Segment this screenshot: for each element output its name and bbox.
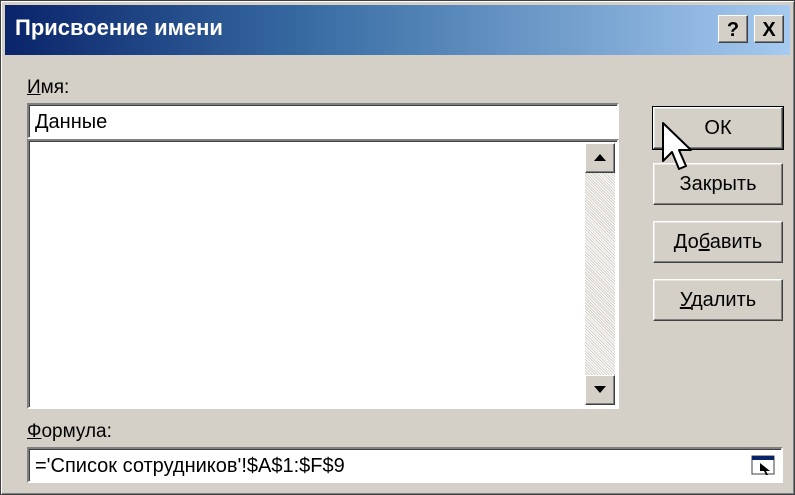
close-window-button[interactable]: X [754,15,784,43]
name-label: Имя: [27,77,70,98]
collapse-dialog-button[interactable] [751,453,775,477]
formula-label: Формула: [27,421,112,442]
names-list[interactable] [27,139,619,409]
help-button[interactable]: ? [718,15,748,43]
arrow-down-icon [594,386,606,393]
mouse-pointer-icon [662,122,692,170]
add-button[interactable]: Добавить [653,221,783,263]
formula-input[interactable]: ='Список сотрудников'!$A$1:$F$9 [27,447,783,483]
define-name-dialog: Присвоение имени ? X Имя: Данные Формула… [0,0,795,495]
delete-button[interactable]: Удалить [653,279,783,321]
formula-value: ='Список сотрудников'!$A$1:$F$9 [35,455,345,477]
name-input[interactable]: Данные [27,103,619,139]
scroll-up-button[interactable] [585,143,615,173]
scroll-down-button[interactable] [585,375,615,405]
collapse-dialog-icon [751,455,775,475]
dialog-title: Присвоение имени [15,15,223,40]
title-bar[interactable]: Присвоение имени ? X [5,5,790,55]
arrow-up-icon [594,154,606,161]
names-list-scrollbar[interactable] [585,143,615,405]
